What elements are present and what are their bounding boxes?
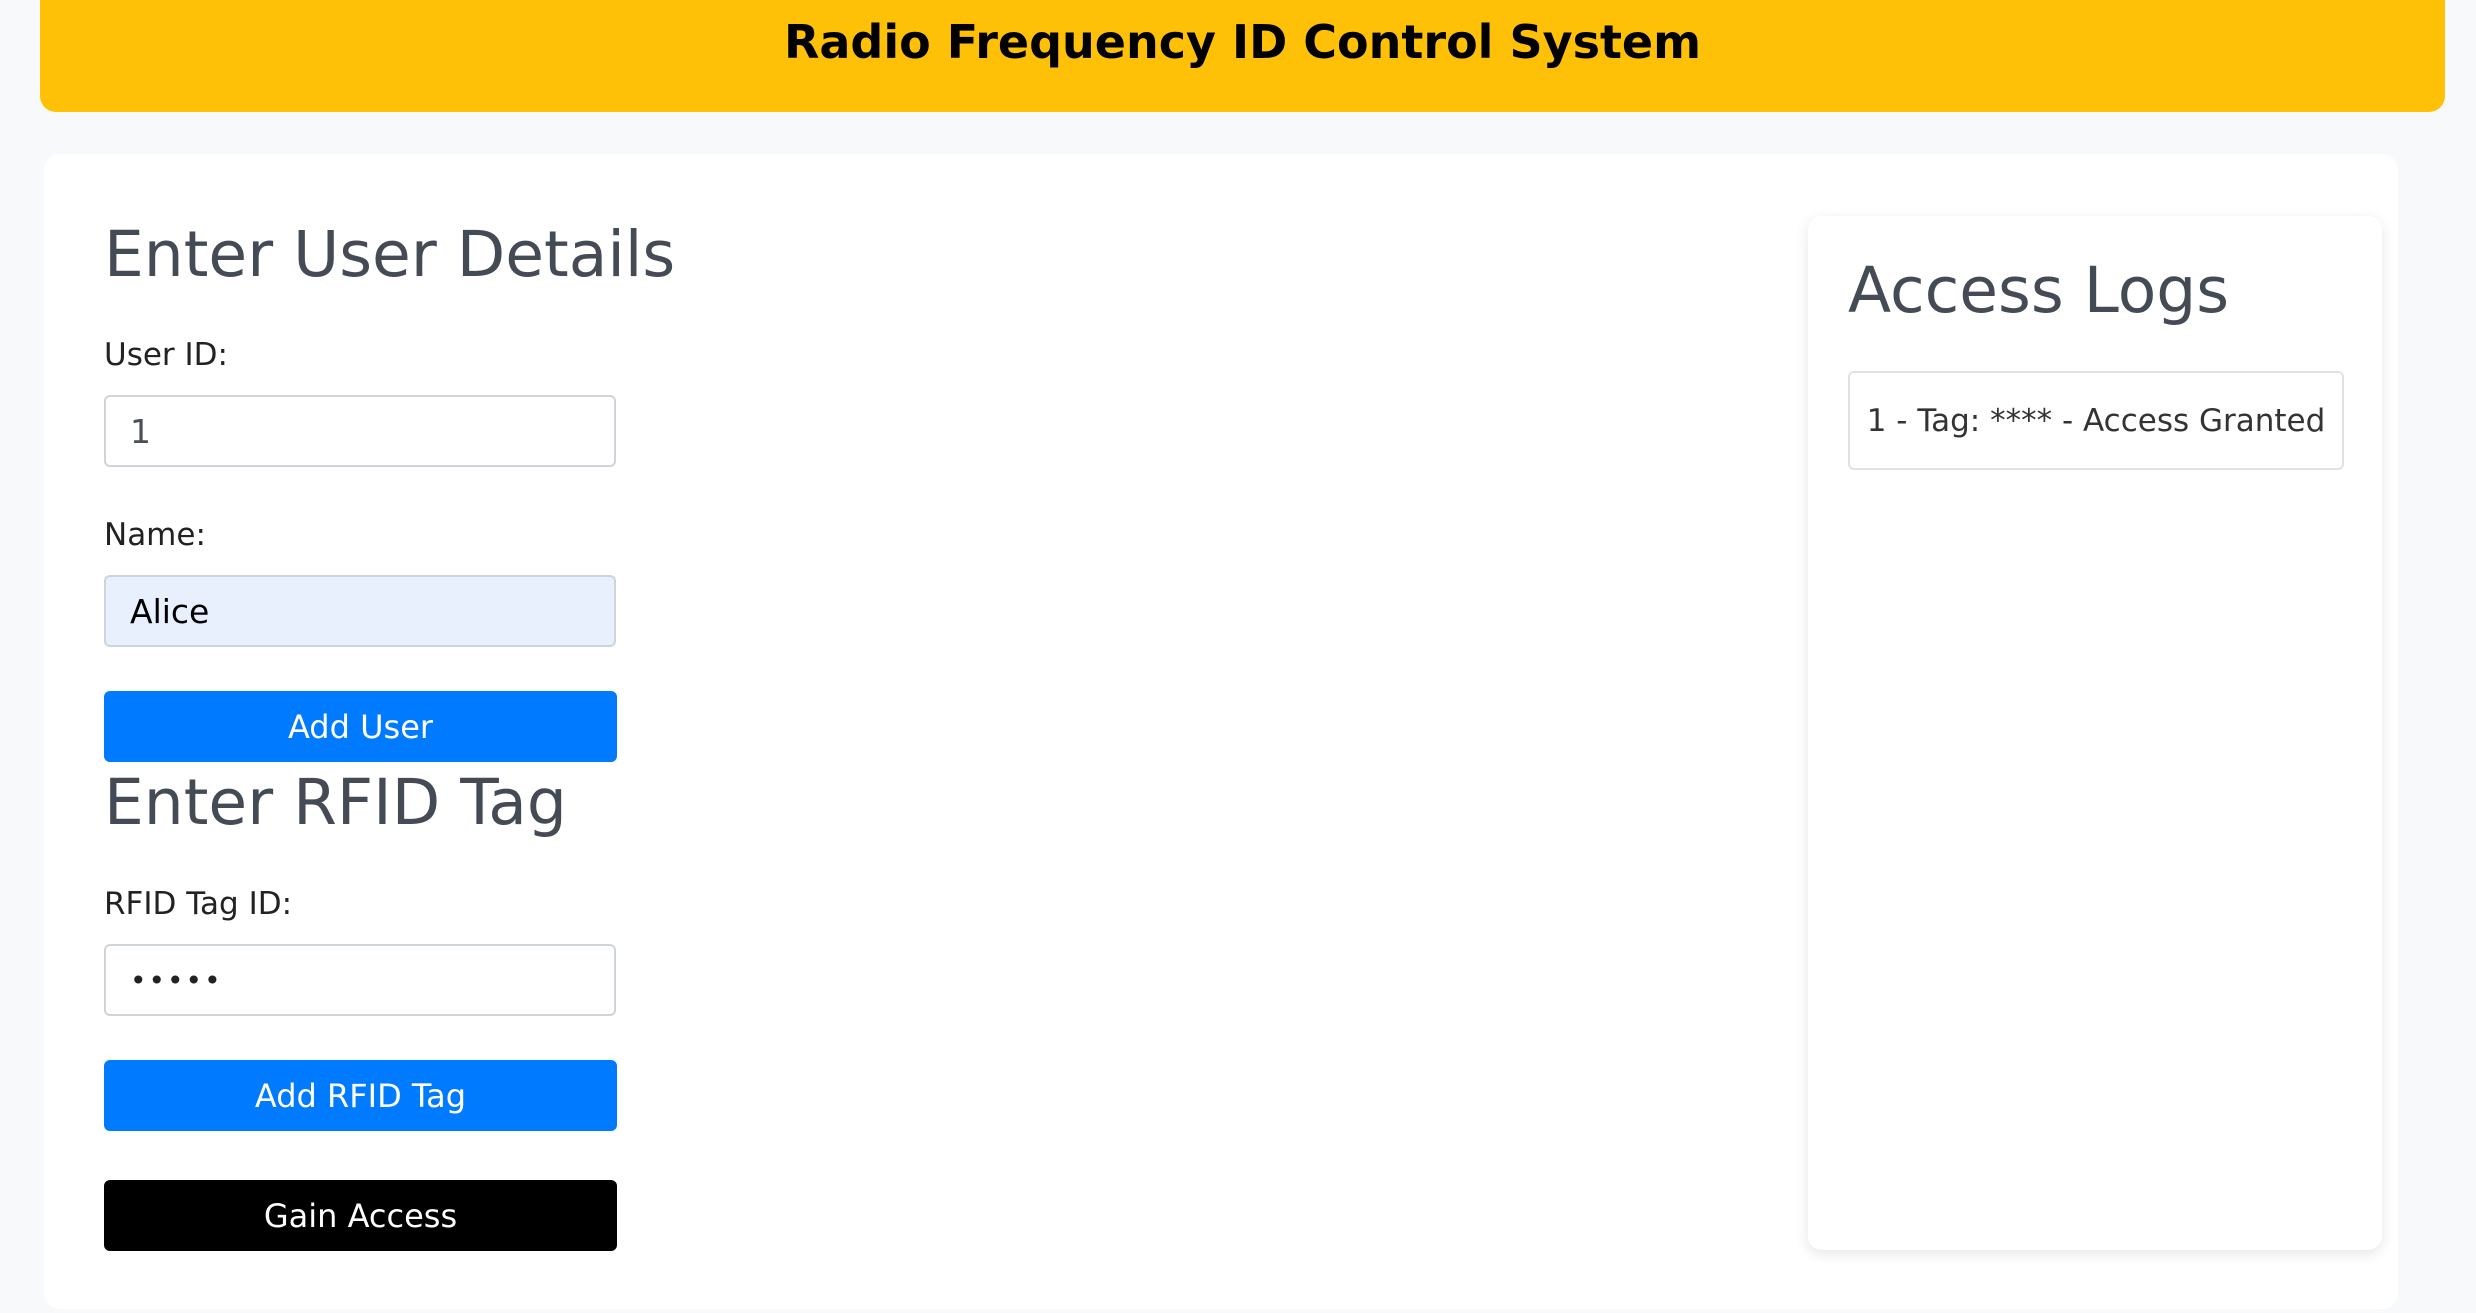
- access-logs-panel: Access Logs 1 - Tag: **** - Access Grant…: [1808, 216, 2382, 1250]
- user-details-heading: Enter User Details: [104, 218, 676, 291]
- add-user-button[interactable]: Add User: [104, 691, 617, 762]
- rfid-tag-input[interactable]: •••••: [104, 944, 616, 1016]
- add-rfid-tag-button[interactable]: Add RFID Tag: [104, 1060, 617, 1131]
- user-id-input[interactable]: 1: [104, 395, 616, 467]
- name-label: Name:: [104, 517, 206, 553]
- app-title: Radio Frequency ID Control System: [783, 15, 1702, 69]
- rfid-tag-heading: Enter RFID Tag: [104, 766, 567, 839]
- access-log-entry: 1 - Tag: **** - Access Granted: [1848, 371, 2344, 470]
- app-header: Radio Frequency ID Control System: [40, 0, 2445, 112]
- access-logs-heading: Access Logs: [1848, 254, 2230, 327]
- gain-access-button[interactable]: Gain Access: [104, 1180, 617, 1251]
- rfid-tag-label: RFID Tag ID:: [104, 886, 293, 922]
- name-input[interactable]: Alice: [104, 575, 616, 647]
- user-id-label: User ID:: [104, 337, 228, 373]
- access-log-list: 1 - Tag: **** - Access Granted: [1848, 371, 2344, 470]
